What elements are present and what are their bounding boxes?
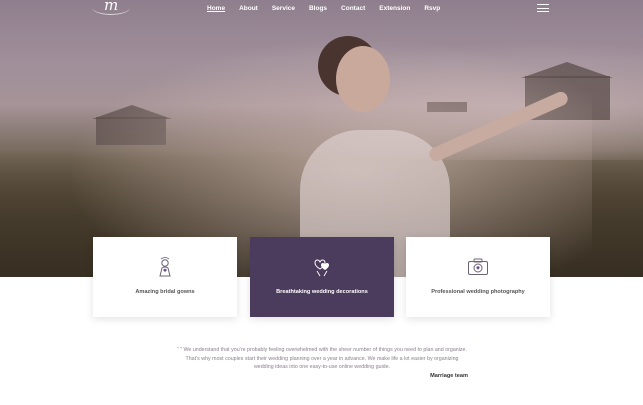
bride-icon (159, 257, 171, 277)
camera-icon (468, 258, 488, 275)
logo-mark: m (104, 0, 119, 14)
feature-card-photography[interactable]: Professional wedding photography (406, 237, 550, 317)
nav-blogs[interactable]: Blogs (309, 5, 327, 17)
nav-extension[interactable]: Extension (379, 5, 410, 17)
nav-contact[interactable]: Contact (341, 5, 365, 17)
feature-card-gowns[interactable]: Amazing bridal gowns (93, 237, 237, 317)
testimonial-quote: “ ” We understand that you’re probably f… (177, 347, 467, 371)
hamburger-icon[interactable] (537, 4, 549, 13)
feature-label: Professional wedding photography (431, 289, 525, 295)
bride-face (336, 46, 390, 112)
quote-author: Marriage team (430, 373, 468, 379)
feature-label: Breathtaking wedding decorations (276, 289, 368, 295)
main-nav: Home About Service Blogs Contact Extensi… (207, 5, 454, 17)
nav-about[interactable]: About (239, 5, 258, 17)
feature-label: Amazing bridal gowns (135, 289, 195, 295)
hero-banner (0, 0, 643, 277)
nav-home[interactable]: Home (207, 5, 225, 17)
feature-card-decorations[interactable]: Breathtaking wedding decorations (250, 237, 394, 317)
nav-service[interactable]: Service (272, 5, 295, 17)
site-logo[interactable]: m (92, 0, 130, 18)
nav-rsvp[interactable]: Rsvp (424, 5, 440, 17)
hearts-icon (314, 259, 329, 277)
